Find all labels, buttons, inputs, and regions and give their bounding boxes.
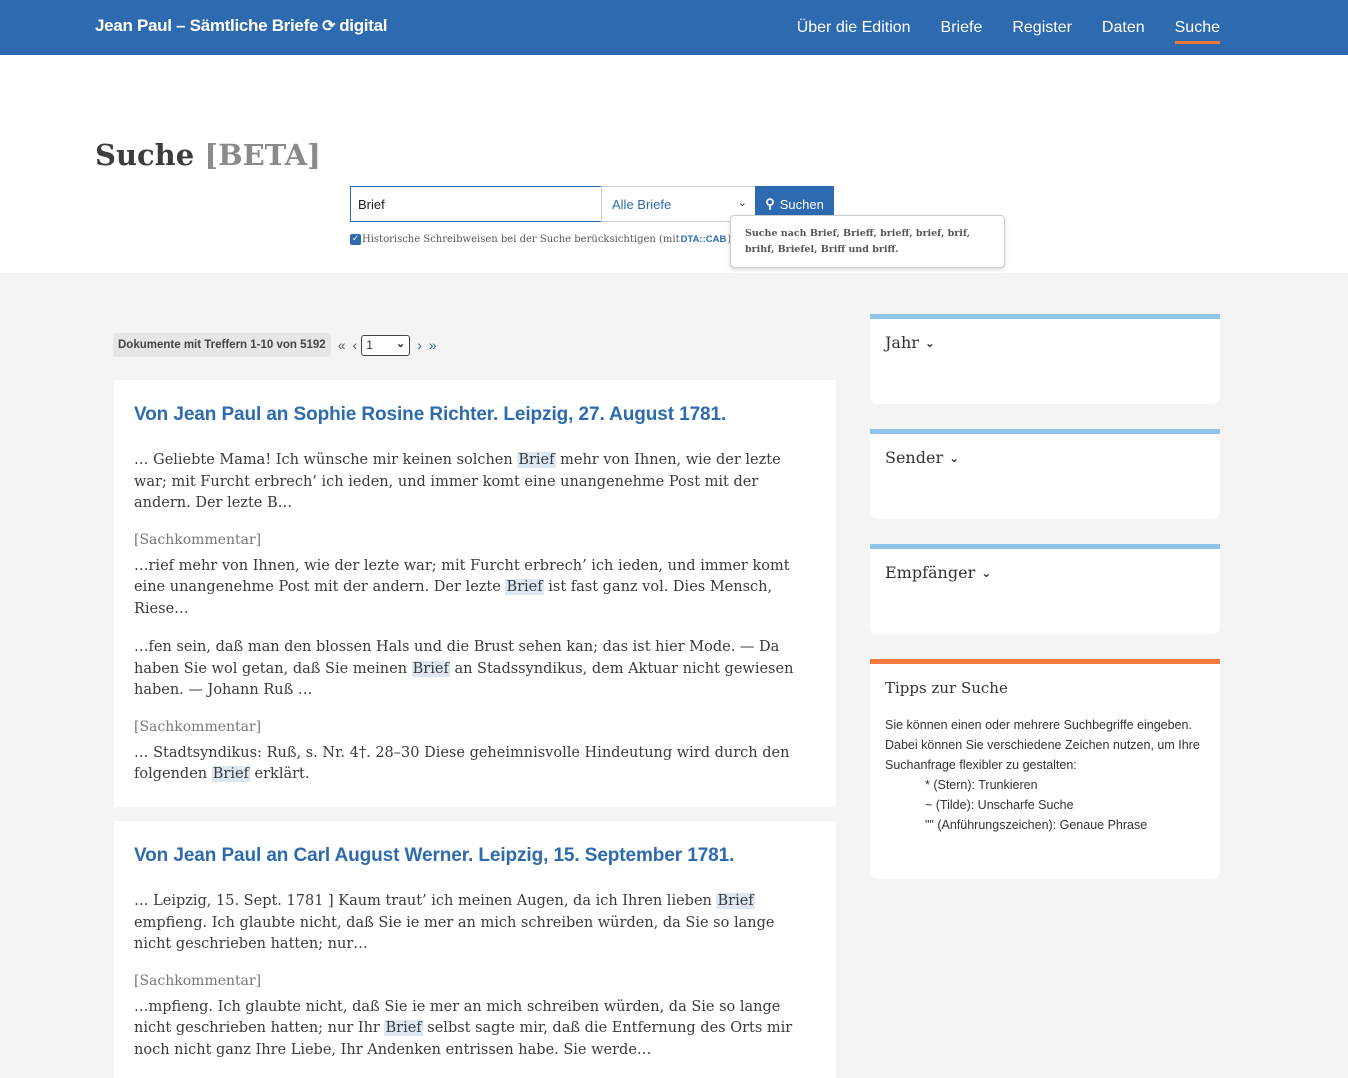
facet-sender-toggle[interactable]: Sender ⌄ [885, 448, 1205, 467]
nav-daten[interactable]: Daten [1102, 15, 1145, 41]
search-input[interactable]: Brief [350, 186, 602, 222]
snippet-text: … Leipzig, 15. Sept. 1781 ] Kaum traut’ … [134, 893, 717, 909]
previous-page-icon[interactable]: ‹ [353, 337, 358, 353]
chevron-down-icon: ⌄ [949, 450, 960, 465]
historic-spelling-checkbox[interactable]: ✓ [350, 233, 361, 245]
facet-jahr: Jahr ⌄ [870, 314, 1220, 404]
snippet-text: empfieng. Ich glaubte nicht, daß Sie ie … [134, 914, 775, 953]
sachkommentar-label: [Sachkommentar] [134, 972, 262, 989]
tips-list: * (Stern): Trunkieren ~ (Tilde): Unschar… [885, 775, 1205, 835]
result-snippet: …fen sein, daß man den blossen Hals und … [134, 637, 816, 702]
sachkommentar-label: [Sachkommentar] [134, 718, 262, 735]
search-button-label: Suchen [779, 196, 824, 212]
result-title[interactable]: Von Jean Paul an Sophie Rosine Richter. … [134, 404, 816, 426]
result-snippet: … Stadtsyndikus: Ruß, s. Nr. 4†. 28–30 D… [134, 743, 816, 786]
chevron-down-icon: ⌄ [395, 337, 406, 350]
tips-item: "" (Anführungszeichen): Genaue Phrase [925, 818, 1148, 832]
first-page-icon[interactable]: « [338, 337, 346, 353]
facet-title: Empfänger [885, 563, 976, 582]
result-snippet: … Geliebte Mama! Ich wünsche mir keinen … [134, 450, 816, 515]
search-tips-panel: Tipps zur Suche Sie können einen oder me… [870, 659, 1220, 879]
nav-register[interactable]: Register [1012, 15, 1072, 41]
search-hit: Brief [411, 660, 450, 677]
historic-spelling-tooltip: Suche nach Brief, Brieff, brieff, brief,… [730, 215, 1005, 268]
sachkommentar-label: [Sachkommentar] [134, 531, 262, 548]
chevron-down-icon: ⌄ [737, 197, 747, 209]
sync-icon: ⟳ [322, 18, 336, 35]
historic-spelling-option: ✓ Historische Schreibweisen bei der Such… [350, 233, 748, 245]
brand-title: Jean Paul – Sämtliche Briefe [95, 16, 319, 35]
tips-item: * (Stern): Trunkieren [925, 778, 1038, 792]
facet-empfaenger: Empfänger ⌄ [870, 544, 1220, 634]
tips-item: ~ (Tilde): Unscharfe Suche [925, 798, 1074, 812]
tips-intro: Sie können einen oder mehrere Suchbegrif… [885, 718, 1200, 772]
historic-spelling-label: Historische Schreibweisen bei der Suche … [362, 233, 680, 245]
result-card: Von Jean Paul an Sophie Rosine Richter. … [114, 380, 836, 807]
result-snippet: … Leipzig, 15. Sept. 1781 ] Kaum traut’ … [134, 891, 816, 956]
top-navbar: Jean Paul – Sämtliche Briefe ⟳ digital Ü… [0, 0, 1348, 55]
scope-select-value: Alle Briefe [612, 197, 672, 212]
result-pager: Dokumente mit Treffern 1-10 von 5192 « ‹… [113, 333, 437, 357]
main-nav: Über die Edition Briefe Register Daten S… [767, 0, 1221, 55]
result-snippet: …mpfieng. Ich glaubte nicht, daß Sie ie … [134, 997, 816, 1062]
page-title: Suche [BETA] [95, 138, 321, 172]
result-snippet: …rief mehr von Ihnen, wie der lezte war;… [134, 556, 816, 621]
search-hit: Brief [716, 893, 755, 909]
search-hit: Brief [505, 579, 544, 595]
result-count: Dokumente mit Treffern 1-10 von 5192 [113, 333, 331, 357]
nav-ueber-die-edition[interactable]: Über die Edition [797, 15, 911, 41]
brand-digital: digital [339, 16, 388, 35]
nav-briefe[interactable]: Briefe [941, 15, 983, 41]
beta-label: [BETA] [204, 138, 321, 172]
result-card: Von Jean Paul an Carl August Werner. Lei… [114, 821, 836, 1078]
search-hit: Brief [384, 1020, 423, 1036]
facet-sender: Sender ⌄ [870, 429, 1220, 519]
last-page-icon[interactable]: » [429, 337, 437, 353]
search-hit: Brief [517, 452, 556, 468]
page-select[interactable]: 1 ⌄ [361, 334, 411, 356]
snippet-text: … Geliebte Mama! Ich wünsche mir keinen … [134, 452, 518, 468]
nav-suche[interactable]: Suche [1174, 15, 1221, 44]
page-title-text: Suche [95, 138, 195, 172]
chevron-down-icon: ⌄ [981, 565, 992, 580]
next-page-icon[interactable]: › [417, 337, 422, 353]
page-select-value: 1 [366, 337, 373, 352]
site-brand[interactable]: Jean Paul – Sämtliche Briefe ⟳ digital [95, 16, 387, 36]
chevron-down-icon: ⌄ [924, 335, 935, 350]
snippet-text: erklärt. [249, 766, 310, 782]
facet-jahr-toggle[interactable]: Jahr ⌄ [885, 333, 1205, 352]
facet-title: Jahr [885, 333, 919, 352]
tips-title: Tipps zur Suche [885, 679, 1008, 697]
search-icon: ⚲ [765, 196, 775, 211]
dta-cab-link[interactable]: DTA::CAB [681, 234, 727, 245]
facet-empfaenger-toggle[interactable]: Empfänger ⌄ [885, 563, 1205, 582]
search-hit: Brief [211, 766, 250, 782]
facet-title: Sender [885, 448, 944, 467]
result-title[interactable]: Von Jean Paul an Carl August Werner. Lei… [134, 845, 816, 867]
